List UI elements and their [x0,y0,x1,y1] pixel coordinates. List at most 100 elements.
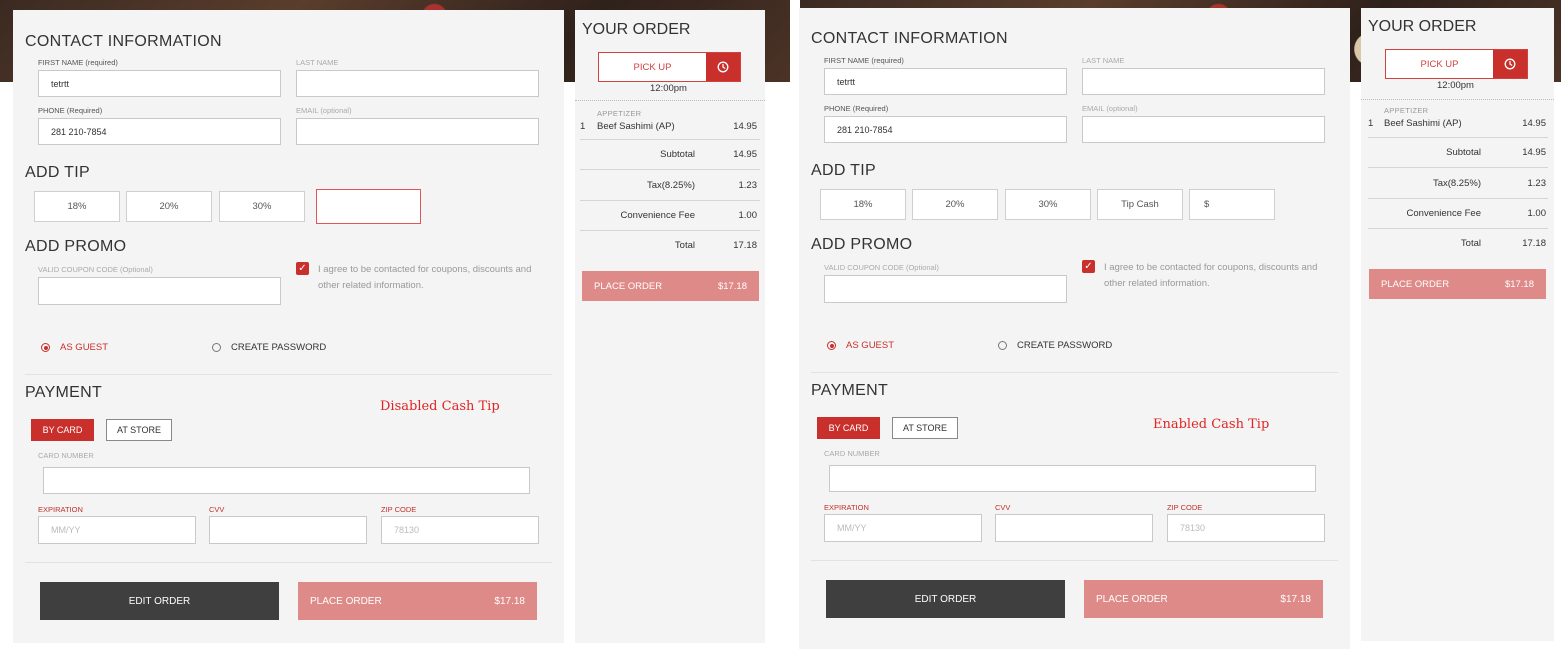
zip-label: ZIP CODE [381,505,417,514]
order-summary-panel-left: YOUR ORDER PICK UP 12:00pm APPETIZER 1 B… [575,10,765,643]
at-store-button[interactable]: AT STORE [892,417,958,439]
tax-label: Tax(8.25%) [646,180,695,191]
order-category: APPETIZER [1384,106,1429,115]
phone-input[interactable]: 281 210-7854 [38,118,281,145]
password-radio[interactable] [212,343,221,352]
cvv-label: CVV [209,505,225,514]
edit-order-button[interactable]: EDIT ORDER [40,582,279,620]
phone-label: PHONE (Required) [38,106,103,115]
annotation-note: Enabled Cash Tip [1153,417,1270,432]
expiration-input[interactable]: MM/YY [38,516,196,544]
phone-input[interactable]: 281 210-7854 [824,116,1067,143]
card-number-label: CARD NUMBER [824,449,880,458]
last-name-input[interactable] [1082,68,1325,95]
place-order-amount: $17.18 [1280,593,1311,605]
guest-label[interactable]: AS GUEST [60,342,108,353]
clock-icon[interactable] [706,53,740,81]
by-card-button[interactable]: BY CARD [817,417,880,439]
row-line [580,230,760,231]
edit-order-button[interactable]: EDIT ORDER [826,580,1065,618]
item-qty: 1 [580,121,586,132]
email-label: EMAIL (optional) [1082,104,1138,113]
coupon-label: VALID COUPON CODE (Optional) [824,263,939,272]
subtotal-value: 14.95 [733,149,757,160]
tip-custom-input[interactable] [316,189,421,224]
order-category: APPETIZER [597,109,642,118]
order-summary-panel-right: YOUR ORDER PICK UP 12:00pm APPETIZER 1 B… [1361,8,1554,641]
first-name-input[interactable]: tetrtt [824,68,1067,95]
place-order-button[interactable]: PLACE ORDER $17.18 [1084,580,1323,618]
zip-label: ZIP CODE [1167,503,1203,512]
pickup-selector[interactable]: PICK UP [1385,49,1528,79]
tip-option-30[interactable]: 30% [1005,189,1091,220]
tip-cash-amount-input[interactable]: $ [1189,189,1275,220]
cvv-input[interactable] [995,514,1153,542]
password-radio[interactable] [998,341,1007,350]
checkout-form-panel-left: CONTACT INFORMATION FIRST NAME (required… [13,10,564,643]
order-title: YOUR ORDER [582,21,691,38]
row-line [580,139,760,140]
expiration-label: EXPIRATION [38,505,83,514]
place-order-amount: $17.18 [494,595,525,607]
section-divider [25,374,552,375]
tip-cash-button[interactable]: Tip Cash [1097,189,1183,220]
tip-option-18[interactable]: 18% [34,191,120,222]
email-input[interactable] [296,118,539,145]
first-name-label: FIRST NAME (required) [38,58,118,67]
checkout-form-panel-right: CONTACT INFORMATION FIRST NAME (required… [799,8,1350,649]
email-label: EMAIL (optional) [296,106,352,115]
payment-title: PAYMENT [811,382,889,399]
payment-title: PAYMENT [25,384,103,401]
last-name-input[interactable] [296,70,539,97]
agree-checkbox[interactable]: ✓ [1082,260,1095,273]
password-label[interactable]: CREATE PASSWORD [1017,340,1112,351]
at-store-button[interactable]: AT STORE [106,419,172,441]
tip-title: ADD TIP [25,164,90,181]
first-name-label: FIRST NAME (required) [824,56,904,65]
guest-radio[interactable] [41,343,50,352]
place-order-button[interactable]: PLACE ORDER $17.18 [298,582,537,620]
password-label[interactable]: CREATE PASSWORD [231,342,326,353]
row-line [1368,137,1548,138]
coupon-label: VALID COUPON CODE (Optional) [38,265,153,274]
order-divider [1361,99,1554,100]
annotation-note: Disabled Cash Tip [380,399,500,414]
card-number-input[interactable] [43,467,530,494]
tip-option-18[interactable]: 18% [820,189,906,220]
agree-checkbox[interactable]: ✓ [296,262,309,275]
expiration-input[interactable]: MM/YY [824,514,982,542]
fee-label: Convenience Fee [1406,208,1481,219]
summary-place-order-button[interactable]: PLACE ORDER $17.18 [1369,269,1546,299]
total-label: Total [1460,238,1481,249]
place-order-label: PLACE ORDER [1381,278,1450,290]
last-name-label: LAST NAME [296,58,339,67]
first-name-input[interactable]: tetrtt [38,70,281,97]
tip-option-30[interactable]: 30% [219,191,305,222]
email-input[interactable] [1082,116,1325,143]
card-number-input[interactable] [829,465,1316,492]
cvv-input[interactable] [209,516,367,544]
phone-label: PHONE (Required) [824,104,889,113]
guest-label[interactable]: AS GUEST [846,340,894,351]
cvv-label: CVV [995,503,1011,512]
pickup-selector[interactable]: PICK UP [598,52,741,82]
total-value: 17.18 [733,240,757,251]
summary-place-order-button[interactable]: PLACE ORDER $17.18 [582,271,759,301]
tip-option-20[interactable]: 20% [126,191,212,222]
tip-option-20[interactable]: 20% [912,189,998,220]
coupon-input[interactable] [824,275,1067,303]
zip-input[interactable]: 78130 [1167,514,1325,542]
place-order-label: PLACE ORDER [1096,593,1168,605]
row-line [580,200,760,201]
section-divider [811,560,1338,561]
coupon-input[interactable] [38,277,281,305]
by-card-button[interactable]: BY CARD [31,419,94,441]
tip-title: ADD TIP [811,162,876,179]
guest-radio[interactable] [827,341,836,350]
item-qty: 1 [1368,118,1374,129]
zip-input[interactable]: 78130 [381,516,539,544]
total-value: 17.18 [1522,238,1546,249]
pickup-label: PICK UP [1420,58,1459,70]
clock-icon[interactable] [1493,50,1527,78]
fee-value: 1.00 [738,210,758,221]
